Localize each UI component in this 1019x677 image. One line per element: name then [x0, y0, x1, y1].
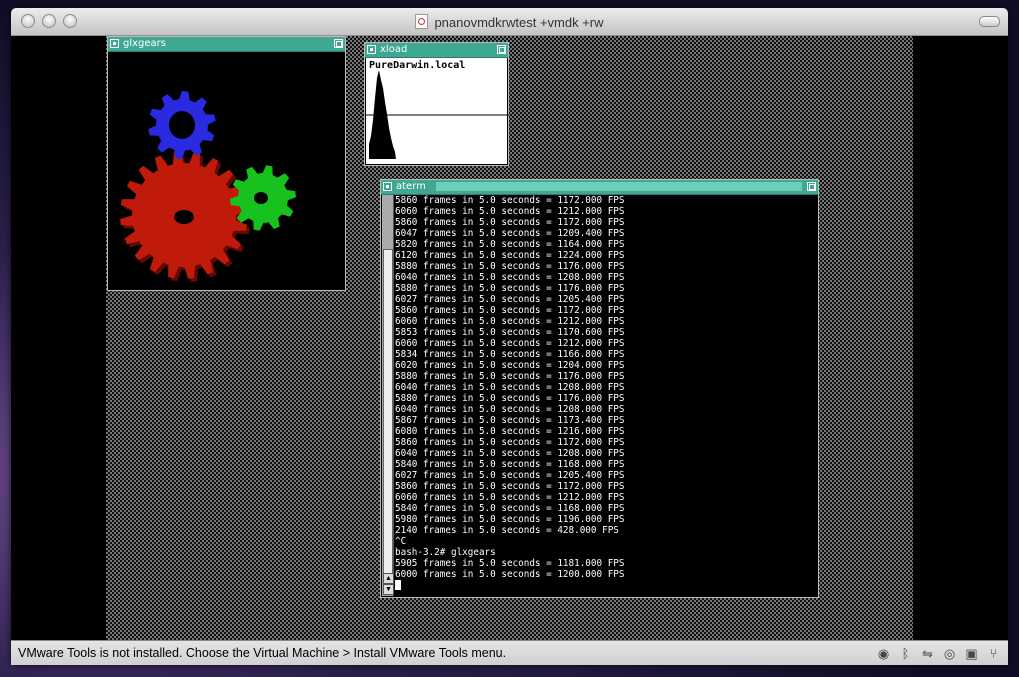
terminal-scrollbar[interactable]: ▲ ▼ [382, 195, 394, 596]
terminal-line: 5860 frames in 5.0 seconds = 1172.000 FP… [395, 305, 625, 316]
device-icons: ◉ ᛒ ⇋ ◎ ▣ ⑂ [875, 645, 1002, 662]
terminal-line: ^C [395, 536, 407, 547]
cd-icon[interactable]: ◎ [941, 645, 958, 662]
terminal-line: bash-3.2# glxgears [395, 547, 496, 558]
terminal-line: 6080 frames in 5.0 seconds = 1216.000 FP… [395, 426, 625, 437]
aterm-titlebar[interactable]: aterm [381, 180, 818, 195]
terminal-line: 5880 frames in 5.0 seconds = 1176.000 FP… [395, 393, 625, 404]
scroll-up-arrow[interactable]: ▲ [383, 573, 394, 584]
vm-screen[interactable]: glxgears xload PureDarwin.local aterm ▲ … [11, 36, 1008, 640]
document-icon [415, 14, 429, 29]
terminal-line: 6027 frames in 5.0 seconds = 1205.400 FP… [395, 294, 625, 305]
terminal-line: 6060 frames in 5.0 seconds = 1212.000 FP… [395, 316, 625, 327]
network-icon[interactable]: ⇋ [919, 645, 936, 662]
glxgears-render [120, 91, 296, 282]
window-titlebar[interactable]: pnanovmdkrwtest +vmdk +rw [11, 8, 1008, 36]
maximize-icon[interactable] [334, 39, 343, 48]
terminal-line: 5840 frames in 5.0 seconds = 1168.000 FP… [395, 503, 625, 514]
terminal-line: 5834 frames in 5.0 seconds = 1166.800 FP… [395, 349, 625, 360]
terminal-line: 5853 frames in 5.0 seconds = 1170.600 FP… [395, 327, 625, 338]
terminal-line: 5820 frames in 5.0 seconds = 1164.000 FP… [395, 239, 625, 250]
bluetooth-icon[interactable]: ᛒ [897, 645, 914, 662]
scroll-down-arrow[interactable]: ▼ [383, 584, 394, 595]
terminal-line: 5880 frames in 5.0 seconds = 1176.000 FP… [395, 283, 625, 294]
titlebar-fill [436, 182, 802, 191]
vmware-statusbar: VMware Tools is not installed. Choose th… [11, 640, 1008, 665]
vmware-tools-message: VMware Tools is not installed. Choose th… [18, 646, 507, 660]
terminal-line: 5860 frames in 5.0 seconds = 1172.000 FP… [395, 217, 625, 228]
terminal-line: 5860 frames in 5.0 seconds = 1172.000 FP… [395, 195, 625, 206]
terminal-line: 6040 frames in 5.0 seconds = 1208.000 FP… [395, 448, 625, 459]
terminal-line: 5905 frames in 5.0 seconds = 1181.000 FP… [395, 558, 625, 569]
window-menu-icon[interactable] [110, 39, 119, 48]
terminal-line: 6060 frames in 5.0 seconds = 1212.000 FP… [395, 206, 625, 217]
terminal-line: 6040 frames in 5.0 seconds = 1208.000 FP… [395, 272, 625, 283]
terminal-line: 6060 frames in 5.0 seconds = 1212.000 FP… [395, 338, 625, 349]
xload-titlebar[interactable]: xload [365, 43, 508, 58]
vm-window: pnanovmdkrwtest +vmdk +rw glxgears xload… [11, 8, 1008, 665]
red-gear-hole [174, 210, 194, 224]
terminal-line: 6060 frames in 5.0 seconds = 1212.000 FP… [395, 492, 625, 503]
aterm-window[interactable]: aterm ▲ ▼ 5860 frames in 5.0 seconds = 1… [380, 179, 819, 598]
terminal-line: 5980 frames in 5.0 seconds = 1196.000 FP… [395, 514, 625, 525]
maximize-icon[interactable] [807, 182, 816, 191]
terminal-line: 6120 frames in 5.0 seconds = 1224.000 FP… [395, 250, 625, 261]
xload-window[interactable]: xload PureDarwin.local [364, 42, 509, 166]
xload-graph: PureDarwin.local [366, 58, 509, 164]
window-title: pnanovmdkrwtest +vmdk +rw [434, 15, 604, 30]
terminal-output[interactable]: 5860 frames in 5.0 seconds = 1172.000 FP… [395, 195, 816, 596]
glxgears-title: glxgears [123, 38, 166, 49]
xload-title: xload [380, 44, 408, 55]
aterm-title: aterm [396, 181, 426, 192]
hard-disk-icon[interactable]: ▣ [963, 645, 980, 662]
terminal-line: 5860 frames in 5.0 seconds = 1172.000 FP… [395, 481, 625, 492]
scrollbar-thumb[interactable] [383, 249, 393, 591]
terminal-line: 5867 frames in 5.0 seconds = 1173.400 FP… [395, 415, 625, 426]
glxgears-titlebar[interactable]: glxgears [108, 37, 345, 52]
green-gear-hole [254, 192, 268, 204]
load-histogram [366, 70, 509, 159]
terminal-line: 5860 frames in 5.0 seconds = 1172.000 FP… [395, 437, 625, 448]
terminal-line: 2140 frames in 5.0 seconds = 428.000 FPS [395, 525, 619, 536]
window-menu-icon[interactable] [367, 45, 376, 54]
terminal-line: 6040 frames in 5.0 seconds = 1208.000 FP… [395, 404, 625, 415]
window-title-container: pnanovmdkrwtest +vmdk +rw [11, 14, 1008, 30]
glxgears-window[interactable]: glxgears [107, 36, 346, 291]
usb-icon[interactable]: ⑂ [985, 645, 1002, 662]
terminal-line: 5880 frames in 5.0 seconds = 1176.000 FP… [395, 261, 625, 272]
terminal-line: 5880 frames in 5.0 seconds = 1176.000 FP… [395, 371, 625, 382]
blue-gear-hole [169, 111, 195, 139]
terminal-cursor [395, 580, 401, 590]
terminal-line: 6047 frames in 5.0 seconds = 1209.400 FP… [395, 228, 625, 239]
window-menu-icon[interactable] [383, 182, 392, 191]
terminal-line: 6040 frames in 5.0 seconds = 1208.000 FP… [395, 382, 625, 393]
maximize-icon[interactable] [497, 45, 506, 54]
terminal-line: 6000 frames in 5.0 seconds = 1200.000 FP… [395, 569, 625, 580]
terminal-line: 5840 frames in 5.0 seconds = 1168.000 FP… [395, 459, 625, 470]
terminal-line: 6027 frames in 5.0 seconds = 1205.400 FP… [395, 470, 625, 481]
terminal-line: 6020 frames in 5.0 seconds = 1204.000 FP… [395, 360, 625, 371]
webcam-icon[interactable]: ◉ [875, 645, 892, 662]
toolbar-toggle-button[interactable] [979, 16, 1000, 27]
terminal-prompt-line [395, 580, 816, 592]
